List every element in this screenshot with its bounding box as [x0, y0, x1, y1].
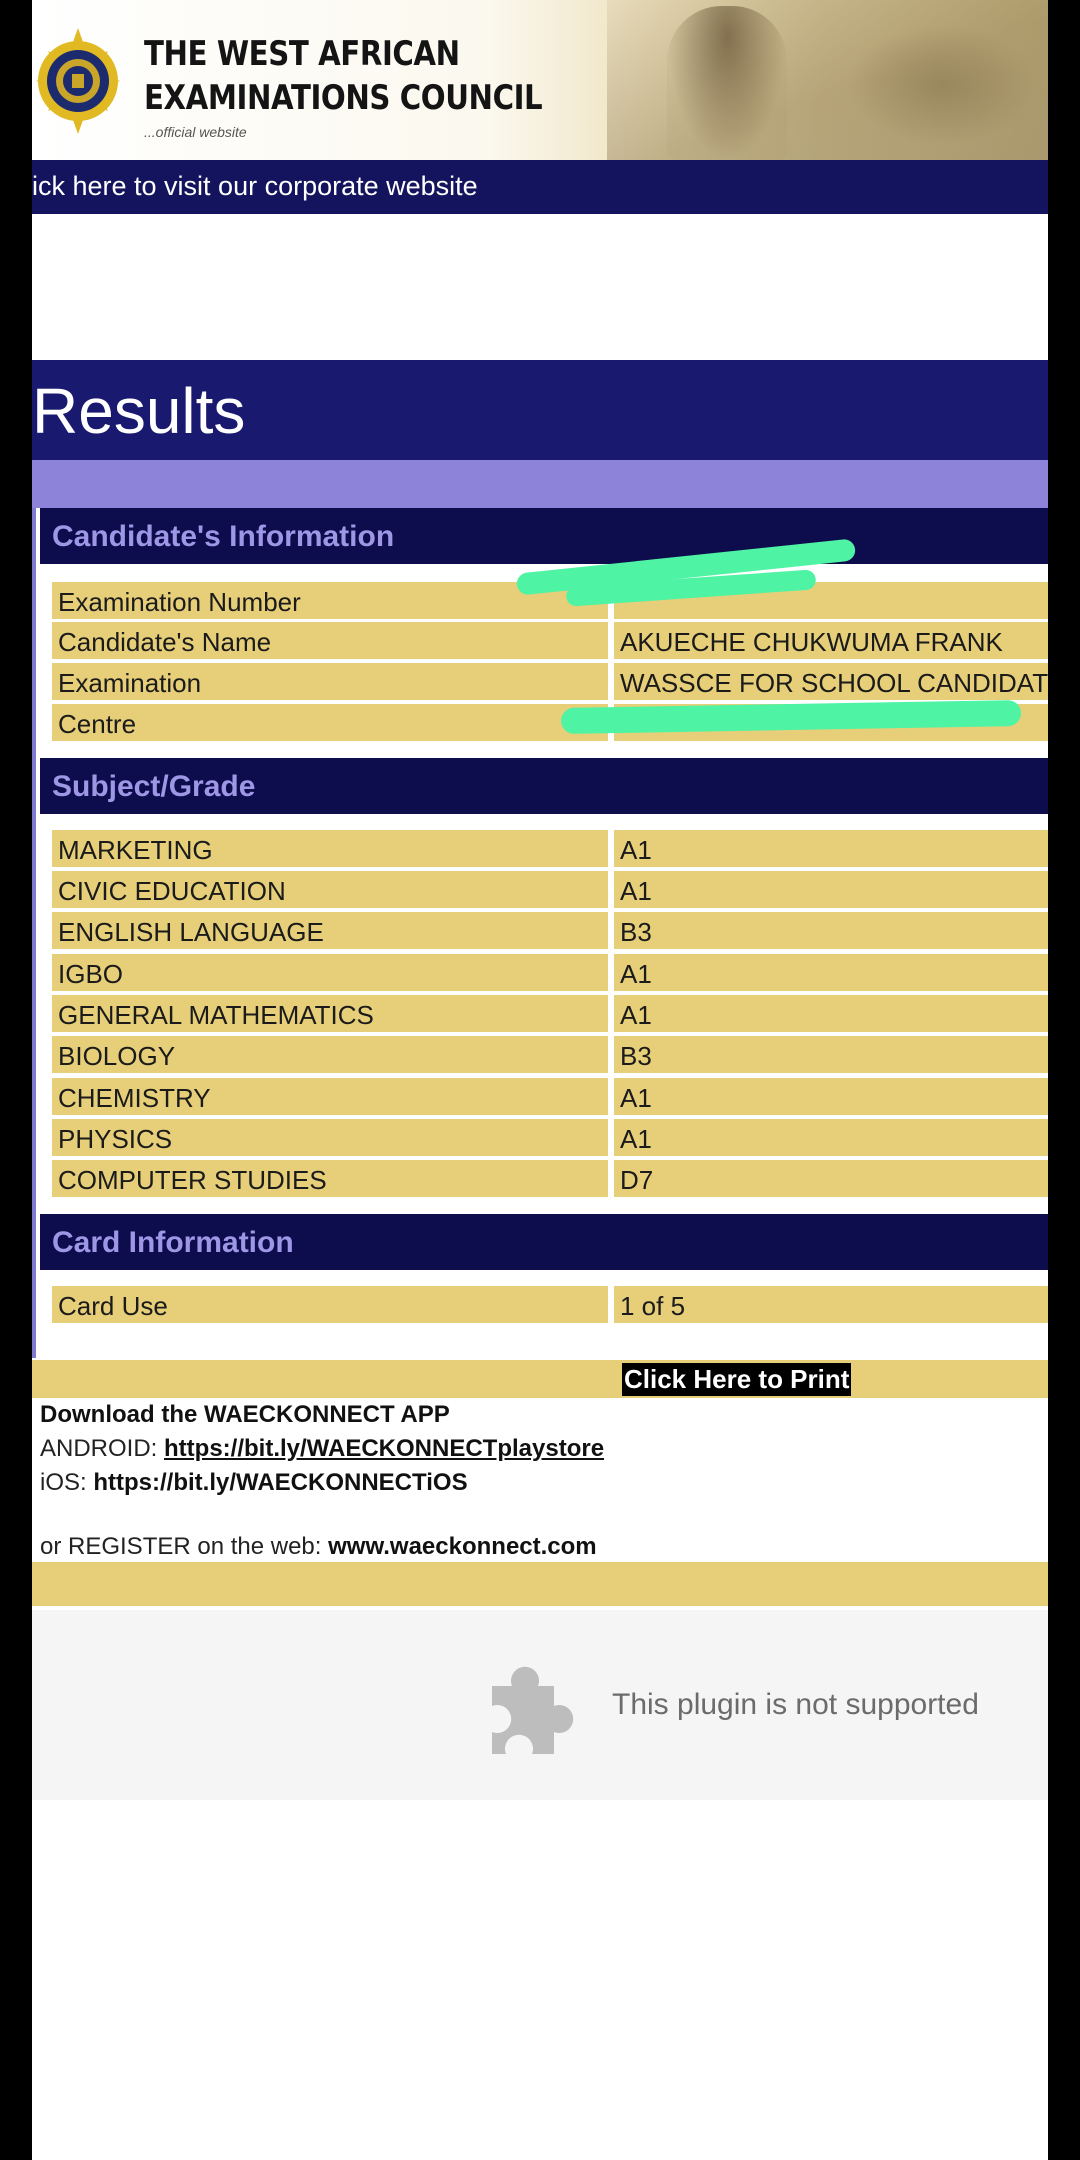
table-row: COMPUTER STUDIES D7	[52, 1160, 1048, 1197]
subject-name: MARKETING	[58, 835, 213, 865]
corporate-website-link[interactable]: ick here to visit our corporate website	[32, 171, 478, 202]
subject-cell: IGBO	[52, 954, 608, 991]
app-promo: Download the WAECKONNECT APP ANDROID: ht…	[40, 1398, 1040, 1564]
divider-band	[32, 460, 1048, 508]
card-use-value: 1 of 5	[620, 1291, 686, 1321]
corporate-website-bar[interactable]: ick here to visit our corporate website	[32, 160, 1048, 214]
field-value-cell: AKUECHE CHUKWUMA FRANK	[614, 622, 1048, 659]
grade-value: D7	[620, 1165, 654, 1195]
subject-cell: BIOLOGY	[52, 1036, 608, 1073]
card-info-heading: Card Information	[40, 1214, 1048, 1270]
table-row: IGBO A1	[52, 954, 1048, 991]
subject-name: IGBO	[58, 959, 124, 989]
print-button[interactable]: Click Here to Print	[622, 1363, 852, 1396]
org-name-line2: EXAMINATIONS COUNCIL	[144, 78, 543, 118]
section-heading-label: Subject/Grade	[52, 770, 256, 803]
ios-link[interactable]: https://bit.ly/WAECKONNECTiOS	[93, 1469, 467, 1496]
subject-name: PHYSICS	[58, 1124, 173, 1154]
subject-cell: PHYSICS	[52, 1119, 608, 1156]
field-label-cell: Candidate's Name	[52, 622, 608, 659]
subject-cell: COMPUTER STUDIES	[52, 1160, 608, 1197]
tagline: ...official website	[144, 124, 247, 140]
table-row: BIOLOGY B3	[52, 1036, 1048, 1073]
page-title: Results	[32, 375, 246, 447]
subject-name: ENGLISH LANGUAGE	[58, 917, 324, 947]
grade-value: A1	[620, 1000, 652, 1030]
subject-cell: MARKETING	[52, 830, 608, 867]
graduate-photo	[607, 0, 1048, 160]
org-name-line1: THE WEST AFRICAN	[144, 34, 460, 74]
waec-crest-icon	[36, 28, 120, 134]
table-row: GENERAL MATHEMATICS A1	[52, 995, 1048, 1032]
candidate-name-value: AKUECHE CHUKWUMA FRANK	[620, 627, 1003, 657]
table-row: CIVIC EDUCATION A1	[52, 871, 1048, 908]
section-heading-label: Candidate's Information	[52, 520, 395, 553]
subject-name: CHEMISTRY	[58, 1083, 211, 1113]
table-row: Card Use 1 of 5	[52, 1286, 1048, 1323]
grade-cell: A1	[614, 1078, 1048, 1115]
grade-cell: A1	[614, 871, 1048, 908]
grade-cell: B3	[614, 1036, 1048, 1073]
plugin-message: This plugin is not supported	[612, 1688, 979, 1721]
subject-grade-heading: Subject/Grade	[40, 758, 1048, 814]
ios-label: iOS:	[40, 1469, 94, 1496]
subject-name: COMPUTER STUDIES	[58, 1165, 327, 1195]
field-label-cell: Examination	[52, 663, 608, 700]
print-bar: Click Here to Print	[32, 1360, 1048, 1398]
android-link[interactable]: https://bit.ly/WAECKONNECTplaystore	[164, 1435, 604, 1462]
register-label: or REGISTER on the web:	[40, 1533, 329, 1560]
android-line: ANDROID: https://bit.ly/WAECKONNECTplays…	[40, 1432, 1040, 1466]
results-panel: Candidate's Information Examination Numb…	[32, 508, 1048, 1358]
ios-line: iOS: https://bit.ly/WAECKONNECTiOS	[40, 1466, 1040, 1500]
field-value-cell: 1 of 5	[614, 1286, 1048, 1323]
table-row: Examination WASSCE FOR SCHOOL CANDIDAT	[52, 663, 1048, 700]
candidate-info-heading: Candidate's Information	[40, 508, 1048, 564]
grade-cell: D7	[614, 1160, 1048, 1197]
app-promo-title: Download the WAECKONNECT APP	[40, 1401, 450, 1428]
grade-value: B3	[620, 1041, 652, 1071]
grade-value: A1	[620, 959, 652, 989]
grade-value: B3	[620, 917, 652, 947]
table-row: MARKETING A1	[52, 830, 1048, 867]
subject-name: GENERAL MATHEMATICS	[58, 1000, 374, 1030]
puzzle-piece-icon	[492, 1666, 574, 1754]
grade-value: A1	[620, 1083, 652, 1113]
grade-cell: A1	[614, 830, 1048, 867]
register-link[interactable]: www.waeckonnect.com	[328, 1533, 597, 1560]
table-row: Candidate's Name AKUECHE CHUKWUMA FRANK	[52, 622, 1048, 659]
header-banner[interactable]: THE WEST AFRICAN EXAMINATIONS COUNCIL ..…	[32, 0, 1048, 160]
android-label: ANDROID:	[40, 1435, 165, 1462]
table-row: CHEMISTRY A1	[52, 1078, 1048, 1115]
subject-cell: CHEMISTRY	[52, 1078, 608, 1115]
register-line: or REGISTER on the web: www.waeckonnect.…	[40, 1530, 1040, 1564]
grade-cell: B3	[614, 912, 1048, 949]
subject-name: CIVIC EDUCATION	[58, 876, 286, 906]
section-heading-label: Card Information	[52, 1226, 294, 1259]
grade-cell: A1	[614, 995, 1048, 1032]
results-title-band: Results	[32, 360, 1048, 460]
field-label-cell: Card Use	[52, 1286, 608, 1323]
footer-bar	[32, 1562, 1048, 1606]
grade-value: A1	[620, 835, 652, 865]
grade-value: A1	[620, 876, 652, 906]
subject-name: BIOLOGY	[58, 1041, 176, 1071]
grade-cell: A1	[614, 1119, 1048, 1156]
field-label: Examination	[58, 668, 202, 698]
subject-cell: CIVIC EDUCATION	[52, 871, 608, 908]
subject-cell: GENERAL MATHEMATICS	[52, 995, 608, 1032]
plugin-placeholder: This plugin is not supported	[32, 1610, 1048, 1800]
table-row: ENGLISH LANGUAGE B3	[52, 912, 1048, 949]
subject-cell: ENGLISH LANGUAGE	[52, 912, 608, 949]
field-label: Examination Number	[58, 587, 301, 617]
field-label: Candidate's Name	[58, 627, 272, 657]
grade-cell: A1	[614, 954, 1048, 991]
table-row: PHYSICS A1	[52, 1119, 1048, 1156]
results-page: THE WEST AFRICAN EXAMINATIONS COUNCIL ..…	[32, 0, 1048, 2160]
field-label-cell: Centre	[52, 704, 608, 741]
field-value-cell: WASSCE FOR SCHOOL CANDIDAT	[614, 663, 1048, 700]
field-label: Centre	[58, 709, 137, 739]
grade-value: A1	[620, 1124, 652, 1154]
examination-value: WASSCE FOR SCHOOL CANDIDAT	[620, 668, 1048, 698]
field-label: Card Use	[58, 1291, 168, 1321]
